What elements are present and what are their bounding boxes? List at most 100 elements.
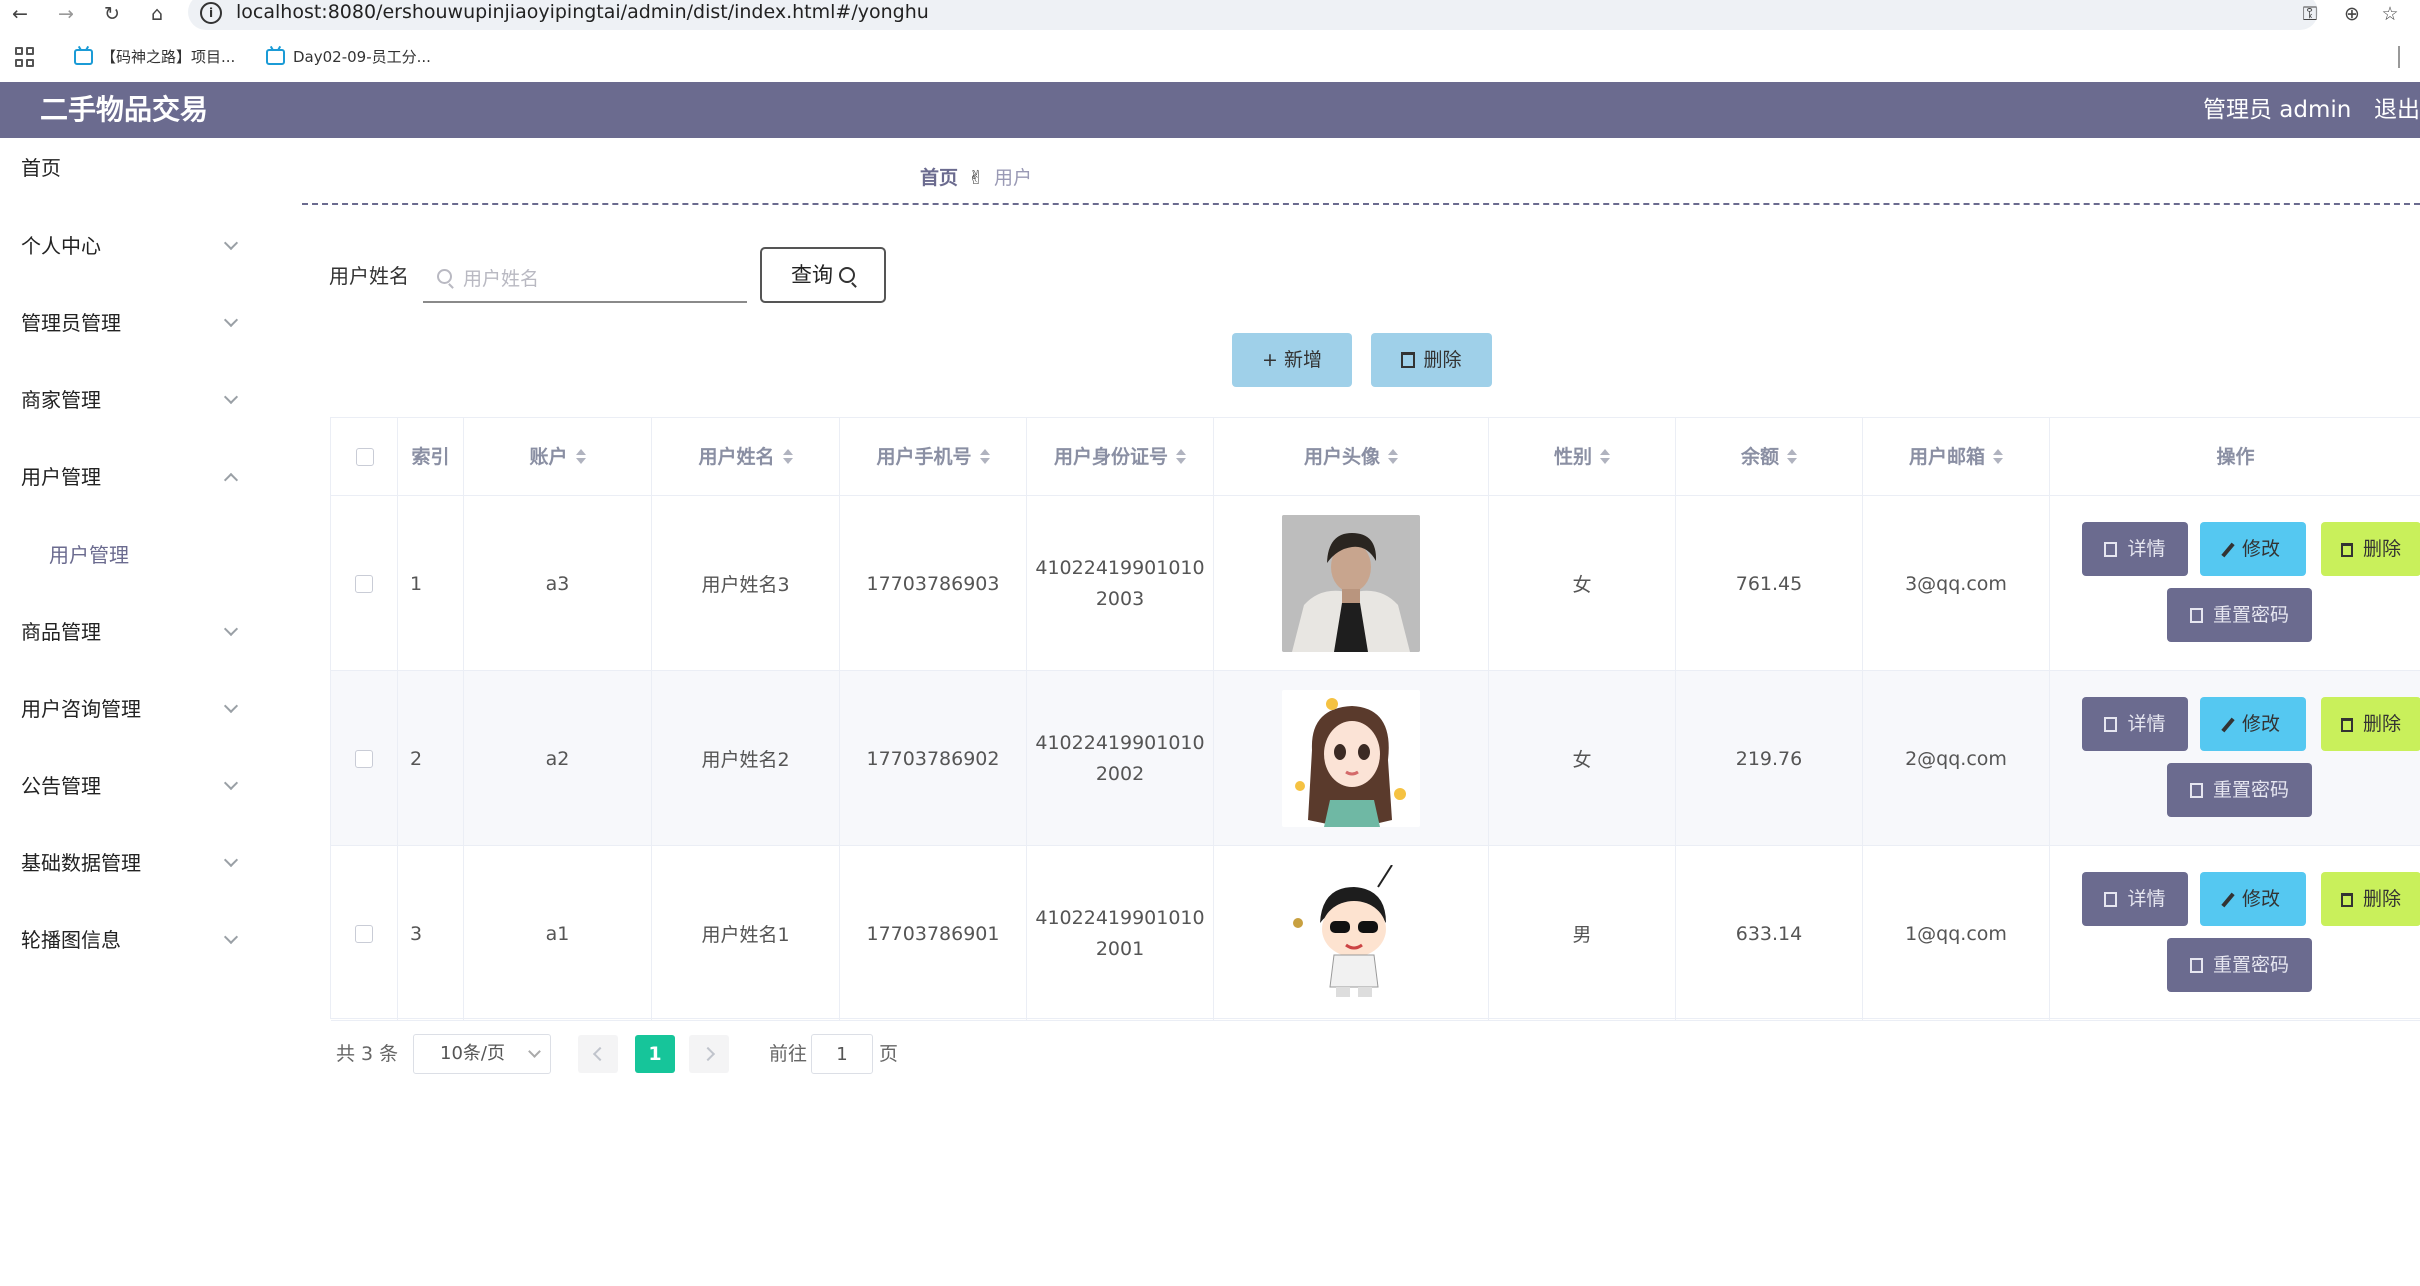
- sort-icon[interactable]: [575, 449, 586, 465]
- th-index: 索引: [398, 418, 464, 496]
- sidebar-item-basic-data[interactable]: 基础数据管理: [0, 833, 268, 893]
- sidebar-item-carousel[interactable]: 轮播图信息: [0, 910, 268, 970]
- th-operations: 操作: [2216, 446, 2255, 468]
- idcard-line: 2003: [1095, 587, 1145, 610]
- sidebar-item-consult-management[interactable]: 用户咨询管理: [0, 679, 268, 739]
- document-icon: [2104, 717, 2118, 732]
- idcard-line: 41022419901010: [1035, 731, 1205, 754]
- delete-label: 删除: [2362, 888, 2401, 910]
- cell-balance: 633.14: [1676, 846, 1863, 1021]
- sort-icon[interactable]: [1600, 449, 1610, 465]
- edit-button[interactable]: 修改: [2200, 872, 2306, 926]
- select-all-cell: [331, 418, 398, 496]
- chevron-up-icon: [223, 472, 239, 488]
- cell-name: 用户姓名3: [652, 496, 840, 671]
- th-name[interactable]: 用户姓名: [652, 418, 840, 496]
- page-size-select[interactable]: 10条/页: [413, 1034, 551, 1074]
- th-account[interactable]: 账户: [464, 418, 652, 496]
- logout-link[interactable]: 退出: [2374, 82, 2420, 138]
- row-checkbox[interactable]: [355, 924, 373, 943]
- site-info-icon[interactable]: i: [200, 2, 222, 24]
- sidebar-item-label: 轮播图信息: [21, 928, 121, 952]
- avatar-cartoon-girl-image: [1282, 690, 1420, 827]
- sort-icon[interactable]: [1993, 449, 2003, 465]
- query-button[interactable]: 查询: [760, 247, 886, 303]
- row-checkbox[interactable]: [355, 574, 373, 593]
- breadcrumb-home[interactable]: 首页: [920, 167, 958, 189]
- submenu-item-user-management[interactable]: 用户管理: [0, 525, 268, 585]
- add-button[interactable]: + 新增: [1232, 333, 1352, 387]
- th-email[interactable]: 用户邮箱: [1863, 418, 2050, 496]
- row-checkbox[interactable]: [355, 749, 373, 768]
- sort-icon[interactable]: [1787, 449, 1797, 465]
- th-gender[interactable]: 性别: [1489, 418, 1676, 496]
- sidebar-item-admin-management[interactable]: 管理员管理: [0, 293, 268, 353]
- hand-icon: ✌: [968, 167, 984, 189]
- cell-avatar: [1214, 496, 1489, 671]
- star-icon[interactable]: ☆: [2378, 2, 2402, 26]
- goto-page-input[interactable]: [811, 1034, 873, 1074]
- sidebar-item-personal-center[interactable]: 个人中心: [0, 216, 268, 276]
- add-button-label: 新增: [1283, 349, 1322, 371]
- reset-password-button[interactable]: 重置密码: [2167, 763, 2312, 817]
- edit-button[interactable]: 修改: [2200, 697, 2306, 751]
- chevron-down-icon: [223, 698, 239, 714]
- delete-button[interactable]: 删除: [2321, 697, 2420, 751]
- chevron-down-icon: [223, 235, 239, 251]
- prev-page-button[interactable]: [578, 1035, 618, 1073]
- key-icon[interactable]: ⚿: [2298, 2, 2322, 26]
- cell-account: a1: [464, 846, 652, 1021]
- bookmark-item-2[interactable]: Day02-09-员工分...: [266, 44, 431, 70]
- table-header: 索引 账户 用户姓名 用户手机号 用户身份证号 用户头像 性别 余额 用户邮箱 …: [331, 418, 2420, 496]
- browser-toolbar: ← → ↻ ⌂ i localhost:8080/ershouwupinjiao…: [0, 0, 2420, 30]
- cell-phone: 17703786902: [840, 671, 1027, 846]
- reset-password-button[interactable]: 重置密码: [2167, 588, 2312, 642]
- idcard-line: 2001: [1095, 937, 1145, 960]
- trash-icon: [2340, 543, 2353, 557]
- page-number-current[interactable]: 1: [635, 1035, 675, 1073]
- cell-index: 3: [398, 846, 464, 1021]
- cell-index: 1: [398, 496, 464, 671]
- sidebar-item-home[interactable]: 首页: [0, 138, 268, 198]
- sort-icon[interactable]: [782, 449, 793, 465]
- edit-label: 修改: [2241, 538, 2280, 560]
- detail-button[interactable]: 详情: [2082, 522, 2188, 576]
- zoom-icon[interactable]: ⊕: [2340, 2, 2364, 26]
- bookmark-item-1[interactable]: 【码神之路】项目...: [74, 44, 235, 70]
- sidebar-item-label: 公告管理: [21, 774, 101, 798]
- cell-operations: 详情 修改 删除 重置密码: [2050, 496, 2420, 671]
- sort-icon[interactable]: [1388, 449, 1398, 465]
- sidebar-item-merchant-management[interactable]: 商家管理: [0, 370, 268, 430]
- detail-button[interactable]: 详情: [2082, 697, 2188, 751]
- sidebar-item-user-management[interactable]: 用户管理: [0, 447, 268, 507]
- sidebar-item-goods-management[interactable]: 商品管理: [0, 602, 268, 662]
- sort-icon[interactable]: [1176, 449, 1186, 465]
- back-arrow-icon[interactable]: ←: [8, 2, 32, 26]
- sort-icon[interactable]: [979, 449, 990, 465]
- sidebar-item-notice-management[interactable]: 公告管理: [0, 756, 268, 816]
- cell-gender: 男: [1489, 846, 1676, 1021]
- select-all-checkbox[interactable]: [356, 448, 374, 466]
- apps-grid-icon[interactable]: [15, 47, 35, 67]
- reload-icon[interactable]: ↻: [100, 2, 124, 26]
- home-icon[interactable]: ⌂: [145, 2, 169, 26]
- url-text[interactable]: localhost:8080/ershouwupinjiaoyipingtai/…: [236, 0, 929, 24]
- delete-button[interactable]: 删除: [2321, 522, 2420, 576]
- th-avatar[interactable]: 用户头像: [1214, 418, 1489, 496]
- delete-button[interactable]: 删除: [2321, 872, 2420, 926]
- document-icon: [2104, 542, 2118, 557]
- cell-phone: 17703786903: [840, 496, 1027, 671]
- th-balance[interactable]: 余额: [1676, 418, 1863, 496]
- th-label: 账户: [529, 446, 568, 468]
- forward-arrow-icon[interactable]: →: [54, 2, 78, 26]
- app-header: 二手物品交易 管理员 admin 退出: [0, 82, 2420, 138]
- reset-password-button[interactable]: 重置密码: [2167, 938, 2312, 992]
- sidebar-item-label: 个人中心: [21, 234, 101, 258]
- th-phone[interactable]: 用户手机号: [840, 418, 1027, 496]
- edit-button[interactable]: 修改: [2200, 522, 2306, 576]
- batch-delete-button[interactable]: 删除: [1371, 333, 1492, 387]
- th-idcard[interactable]: 用户身份证号: [1027, 418, 1214, 496]
- search-input[interactable]: [463, 261, 733, 297]
- next-page-button[interactable]: [689, 1035, 729, 1073]
- detail-button[interactable]: 详情: [2082, 872, 2188, 926]
